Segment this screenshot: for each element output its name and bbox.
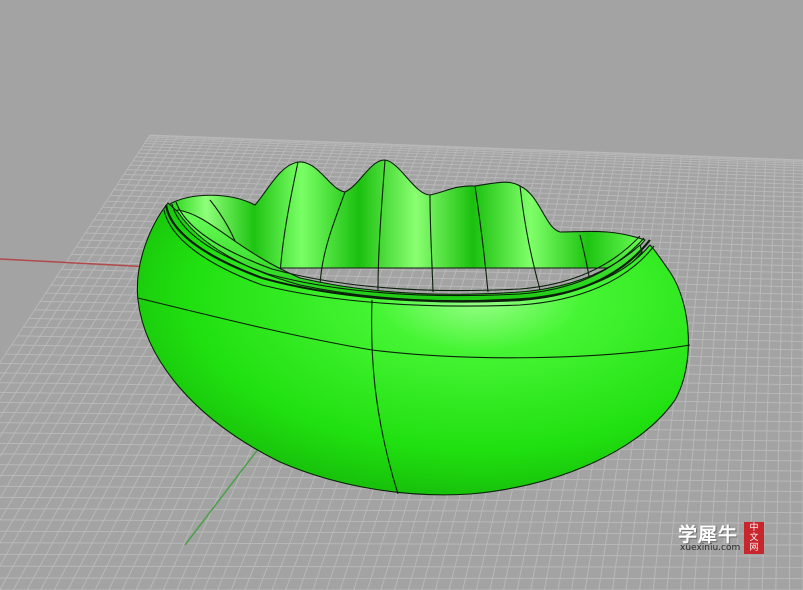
rhino-perspective-viewport[interactable] (0, 0, 803, 590)
watermark: 学犀牛 xuexiniu.com 中 文 网 (670, 518, 770, 558)
stamp-char-1: 中 (749, 523, 759, 533)
watermark-url: xuexiniu.com (680, 543, 741, 553)
stamp-char-3: 网 (749, 543, 759, 553)
stamp-char-2: 文 (749, 533, 759, 543)
watermark-stamp: 中 文 网 (744, 522, 764, 554)
grid-line (0, 577, 803, 580)
